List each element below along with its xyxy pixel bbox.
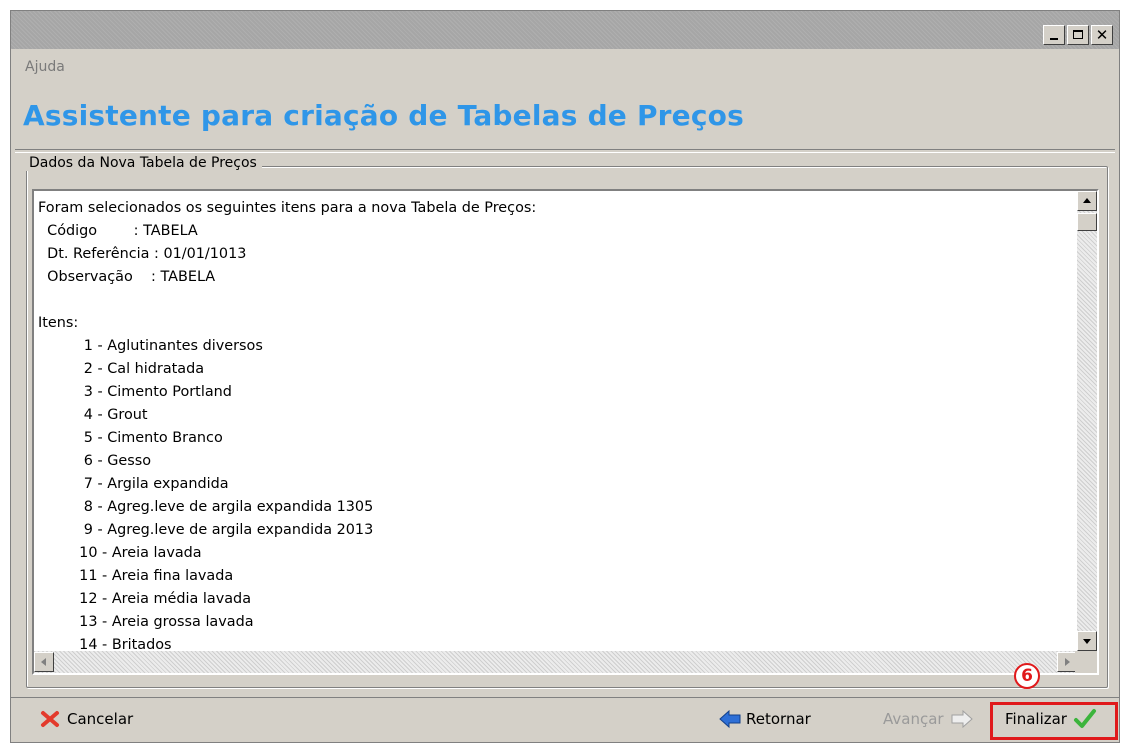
scroll-left-button[interactable] xyxy=(34,652,54,672)
memo-line: 2 - Cal hidratada xyxy=(38,361,205,377)
vertical-scrollbar[interactable] xyxy=(1077,191,1097,651)
group-box-legend: Dados da Nova Tabela de Preços xyxy=(24,155,262,171)
menu-help[interactable]: Ajuda xyxy=(25,59,65,75)
next-button[interactable]: Avançar xyxy=(883,704,973,734)
blue-left-arrow-icon xyxy=(718,708,741,730)
finish-label: Finalizar xyxy=(1005,710,1067,728)
back-label: Retornar xyxy=(746,710,811,728)
arrow-up-icon xyxy=(1083,198,1091,203)
page-title: Assistente para criação de Tabelas de Pr… xyxy=(23,99,744,132)
memo-line: Foram selecionados os seguintes itens pa… xyxy=(38,200,537,216)
memo-line: 4 - Grout xyxy=(38,407,148,423)
next-label: Avançar xyxy=(883,710,944,728)
green-check-icon xyxy=(1073,708,1096,730)
cancel-button[interactable]: Cancelar xyxy=(39,704,133,734)
memo-line: 11 - Areia fina lavada xyxy=(38,568,234,584)
finish-button[interactable]: Finalizar xyxy=(1005,704,1096,734)
memo-line: 13 - Areia grossa lavada xyxy=(38,614,254,630)
close-icon: ✕ xyxy=(1095,25,1109,44)
step-annotation-badge: 6 xyxy=(1014,663,1040,689)
cancel-label: Cancelar xyxy=(67,710,134,728)
memo-line: Itens: xyxy=(38,315,79,331)
memo-line: Dt. Referência : 01/01/1013 xyxy=(38,246,247,262)
title-bar[interactable]: ✕ xyxy=(11,11,1119,49)
horizontal-scrollbar[interactable] xyxy=(34,651,1077,673)
summary-memo[interactable]: Foram selecionados os seguintes itens pa… xyxy=(32,189,1099,675)
red-x-icon xyxy=(39,708,61,730)
maximize-button[interactable] xyxy=(1067,25,1089,45)
memo-line: 7 - Argila expandida xyxy=(38,476,229,492)
minimize-icon xyxy=(1050,38,1058,40)
scroll-right-button[interactable] xyxy=(1057,652,1077,672)
arrow-right-icon xyxy=(1065,658,1070,666)
maximize-icon xyxy=(1073,30,1083,39)
summary-text: Foram selecionados os seguintes itens pa… xyxy=(38,197,1078,673)
arrow-down-icon xyxy=(1083,639,1091,644)
right-arrow-icon xyxy=(950,708,973,730)
memo-line: 12 - Areia média lavada xyxy=(38,591,252,607)
memo-line: 10 - Areia lavada xyxy=(38,545,202,561)
menu-help-label: Ajuda xyxy=(25,59,65,75)
button-bar: Cancelar Retornar Avançar Finalizar xyxy=(11,697,1119,742)
arrow-left-icon xyxy=(41,658,46,666)
memo-line: 5 - Cimento Branco xyxy=(38,430,223,446)
memo-line: 6 - Gesso xyxy=(38,453,152,469)
memo-line: 1 - Aglutinantes diversos xyxy=(38,338,263,354)
scroll-down-button[interactable] xyxy=(1077,631,1097,651)
memo-line: 3 - Cimento Portland xyxy=(38,384,232,400)
header-divider xyxy=(15,149,1115,153)
memo-line: Observação : TABELA xyxy=(38,269,216,285)
scroll-up-button[interactable] xyxy=(1077,191,1097,211)
wizard-window: ✕ Ajuda Assistente para criação de Tabel… xyxy=(10,10,1120,743)
memo-line xyxy=(38,289,1078,312)
scroll-corner xyxy=(1075,651,1097,673)
memo-line: 9 - Agreg.leve de argila expandida 2013 xyxy=(38,522,374,538)
window-controls: ✕ xyxy=(1043,25,1113,45)
memo-line: 8 - Agreg.leve de argila expandida 1305 xyxy=(38,499,374,515)
close-button[interactable]: ✕ xyxy=(1091,25,1113,45)
memo-line: Código : TABELA xyxy=(38,223,198,239)
vertical-scroll-thumb[interactable] xyxy=(1077,213,1097,231)
minimize-button[interactable] xyxy=(1043,25,1065,45)
back-button[interactable]: Retornar xyxy=(718,704,811,734)
